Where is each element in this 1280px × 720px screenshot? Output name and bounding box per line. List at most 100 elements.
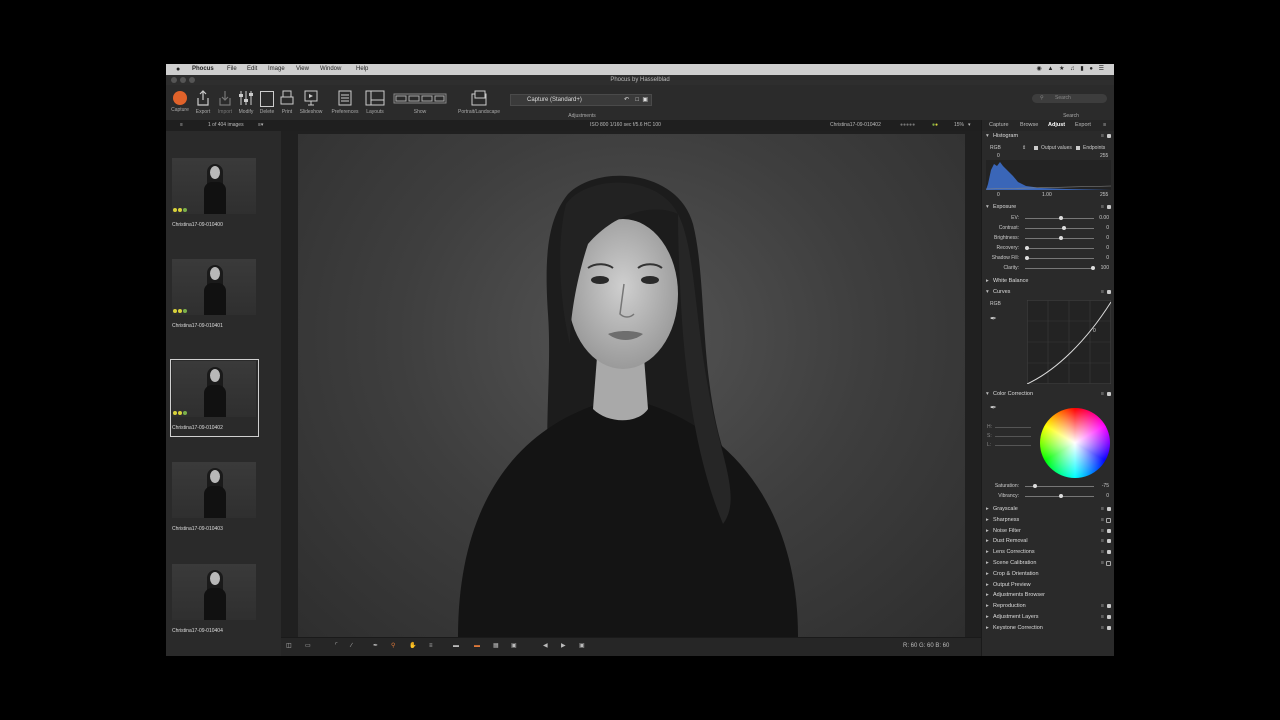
layouts-button[interactable]: Layouts — [364, 89, 386, 115]
export-button[interactable]: Export — [193, 89, 213, 115]
curves-channel-select[interactable]: RGB — [990, 301, 1001, 307]
loupe-icon[interactable]: ▬ — [453, 641, 459, 652]
section-enabled-checkbox[interactable] — [1106, 517, 1111, 523]
slider-track[interactable] — [1025, 228, 1094, 229]
show-control[interactable]: Show — [393, 89, 447, 115]
lightness-slider[interactable] — [995, 445, 1031, 446]
paste-icon[interactable]: ▣ — [642, 95, 648, 105]
zoom-level[interactable]: 15% — [954, 120, 964, 131]
section-enabled-checkbox[interactable] — [1107, 528, 1111, 533]
menu-window[interactable]: Window — [320, 64, 341, 75]
slider-value[interactable]: 0 — [1106, 224, 1109, 233]
tab-export[interactable]: Export — [1075, 120, 1091, 131]
single-view-icon[interactable]: ▭ — [305, 641, 311, 652]
section-noise-filter[interactable]: ▸ Noise Filter ≡ — [986, 527, 1111, 536]
slider-knob[interactable] — [1058, 216, 1063, 220]
copy-icon[interactable]: □ — [635, 95, 639, 105]
section-enabled-checkbox[interactable] — [1107, 392, 1111, 396]
section-enabled-checkbox[interactable] — [1107, 625, 1111, 630]
section-menu-icon[interactable]: ≡ — [1101, 624, 1104, 633]
panel-menu-icon[interactable]: ≡ — [1103, 120, 1106, 131]
section-enabled-checkbox[interactable] — [1107, 539, 1111, 544]
output-values-checkbox[interactable] — [1034, 146, 1038, 150]
slider-value[interactable]: 0 — [1106, 254, 1109, 263]
section-adjustment-layers[interactable]: ▸ Adjustment Layers ≡ — [986, 613, 1111, 622]
preferences-button[interactable]: Preferences — [328, 89, 362, 115]
curves-graph[interactable] — [1027, 300, 1111, 384]
curves-eyedropper-icon[interactable]: ✒ — [990, 314, 997, 323]
user-icon[interactable]: ● — [1089, 64, 1093, 75]
section-enabled-checkbox[interactable] — [1107, 290, 1111, 294]
section-enabled-checkbox[interactable] — [1107, 205, 1111, 209]
battery-icon[interactable]: ▮ — [1080, 64, 1083, 75]
section-enabled-checkbox[interactable] — [1107, 507, 1111, 511]
section-menu-icon[interactable]: ≡ — [1101, 602, 1104, 611]
section-histogram[interactable]: ▾ Histogram ≡ — [986, 132, 1111, 141]
section-white-balance[interactable]: ▸ White Balance — [986, 277, 1111, 286]
slider-value[interactable]: 0 — [1106, 492, 1109, 501]
slider-value[interactable]: 0.00 — [1099, 214, 1109, 223]
straighten-tool-icon[interactable]: ∕ — [351, 641, 352, 652]
print-button[interactable]: Print — [278, 89, 296, 115]
section-enabled-checkbox[interactable] — [1107, 134, 1111, 138]
thumbnail-item[interactable]: Christina17-09-010404 — [172, 564, 256, 638]
tab-adjust[interactable]: Adjust — [1048, 120, 1065, 131]
saturation-short-slider[interactable] — [995, 436, 1031, 437]
section-scene-calibration[interactable]: ▸ Scene Calibration ≡ — [986, 559, 1111, 568]
menu-image[interactable]: Image — [268, 64, 285, 75]
slider-knob[interactable] — [1058, 494, 1063, 498]
slider-value[interactable]: 100 — [1101, 264, 1109, 273]
section-grayscale[interactable]: ▸ Grayscale ≡ — [986, 505, 1111, 514]
section-menu-icon[interactable]: ≡ — [1101, 537, 1104, 546]
section-enabled-checkbox[interactable] — [1107, 604, 1111, 609]
exposure-warning-icon[interactable]: ▬ — [474, 641, 480, 652]
menu-list-icon[interactable]: ☰ — [1099, 64, 1104, 75]
hue-slider[interactable] — [995, 427, 1031, 428]
tab-browse[interactable]: Browse — [1020, 120, 1038, 131]
import-button[interactable]: Import — [215, 89, 235, 115]
slider-value[interactable]: -75 — [1102, 482, 1109, 491]
overlay-icon[interactable]: ▣ — [511, 641, 517, 652]
section-adjustments-browser[interactable]: ▸ Adjustments Browser — [986, 591, 1111, 600]
thumbnail-item[interactable]: Christina17-09-010400 — [172, 158, 256, 232]
slideshow-button[interactable]: Slideshow — [299, 89, 323, 115]
slider-value[interactable]: 0 — [1106, 234, 1109, 243]
sort-icon[interactable]: ≡▾ — [258, 120, 263, 131]
zoom-stepper-icon[interactable]: ▾ — [968, 120, 971, 131]
section-reproduction[interactable]: ▸ Reproduction ≡ — [986, 602, 1111, 611]
zoom-tool-icon[interactable]: ⚲ — [391, 641, 395, 652]
slider-knob[interactable] — [1090, 266, 1095, 270]
section-keystone-correction[interactable]: ▸ Keystone Correction ≡ — [986, 624, 1111, 633]
section-lens-corrections[interactable]: ▸ Lens Corrections ≡ — [986, 548, 1111, 557]
menu-help[interactable]: Help — [356, 64, 368, 75]
delete-button[interactable]: Delete — [258, 89, 276, 115]
portrait-landscape-button[interactable]: Portrait/Landscape — [454, 89, 504, 115]
section-menu-icon[interactable]: ≡ — [1101, 390, 1104, 399]
portrait-photo[interactable] — [298, 134, 965, 637]
grid-icon[interactable]: ▦ — [493, 641, 499, 652]
section-curves[interactable]: ▾ Curves ≡ — [986, 288, 1111, 297]
channel-stepper-icon[interactable]: ⇕ — [1022, 144, 1026, 152]
thumbnail-item[interactable]: Christina17-09-010403 — [172, 462, 256, 536]
color-eyedropper-icon[interactable]: ✒ — [990, 403, 997, 412]
section-menu-icon[interactable]: ≡ — [1101, 527, 1104, 536]
section-menu-icon[interactable]: ≡ — [1101, 203, 1104, 212]
image-viewer[interactable] — [281, 131, 981, 637]
tab-capture[interactable]: Capture — [989, 120, 1009, 131]
section-menu-icon[interactable]: ≡ — [1101, 505, 1104, 514]
section-color-correction[interactable]: ▾ Color Correction ≡ — [986, 390, 1111, 399]
slider-knob[interactable] — [1025, 246, 1029, 250]
section-menu-icon[interactable]: ≡ — [1101, 288, 1104, 297]
section-menu-icon[interactable]: ≡ — [1101, 613, 1104, 622]
volume-icon[interactable]: ♫ — [1070, 64, 1075, 75]
section-crop-orientation[interactable]: ▸ Crop & Orientation — [986, 570, 1111, 579]
adjustments-preset-select[interactable]: Capture (Standard+) ↶ □ ▣ — [510, 94, 652, 106]
section-menu-icon[interactable]: ≡ — [1101, 516, 1104, 525]
section-enabled-checkbox[interactable] — [1107, 615, 1111, 619]
section-menu-icon[interactable]: ≡ — [1101, 548, 1104, 557]
section-exposure[interactable]: ▾ Exposure ≡ — [986, 203, 1111, 212]
section-enabled-checkbox[interactable] — [1107, 550, 1111, 555]
color-wheel[interactable] — [1040, 408, 1110, 478]
modify-button[interactable]: Modify — [236, 89, 256, 115]
record-icon[interactable]: ◉ — [1037, 64, 1042, 75]
